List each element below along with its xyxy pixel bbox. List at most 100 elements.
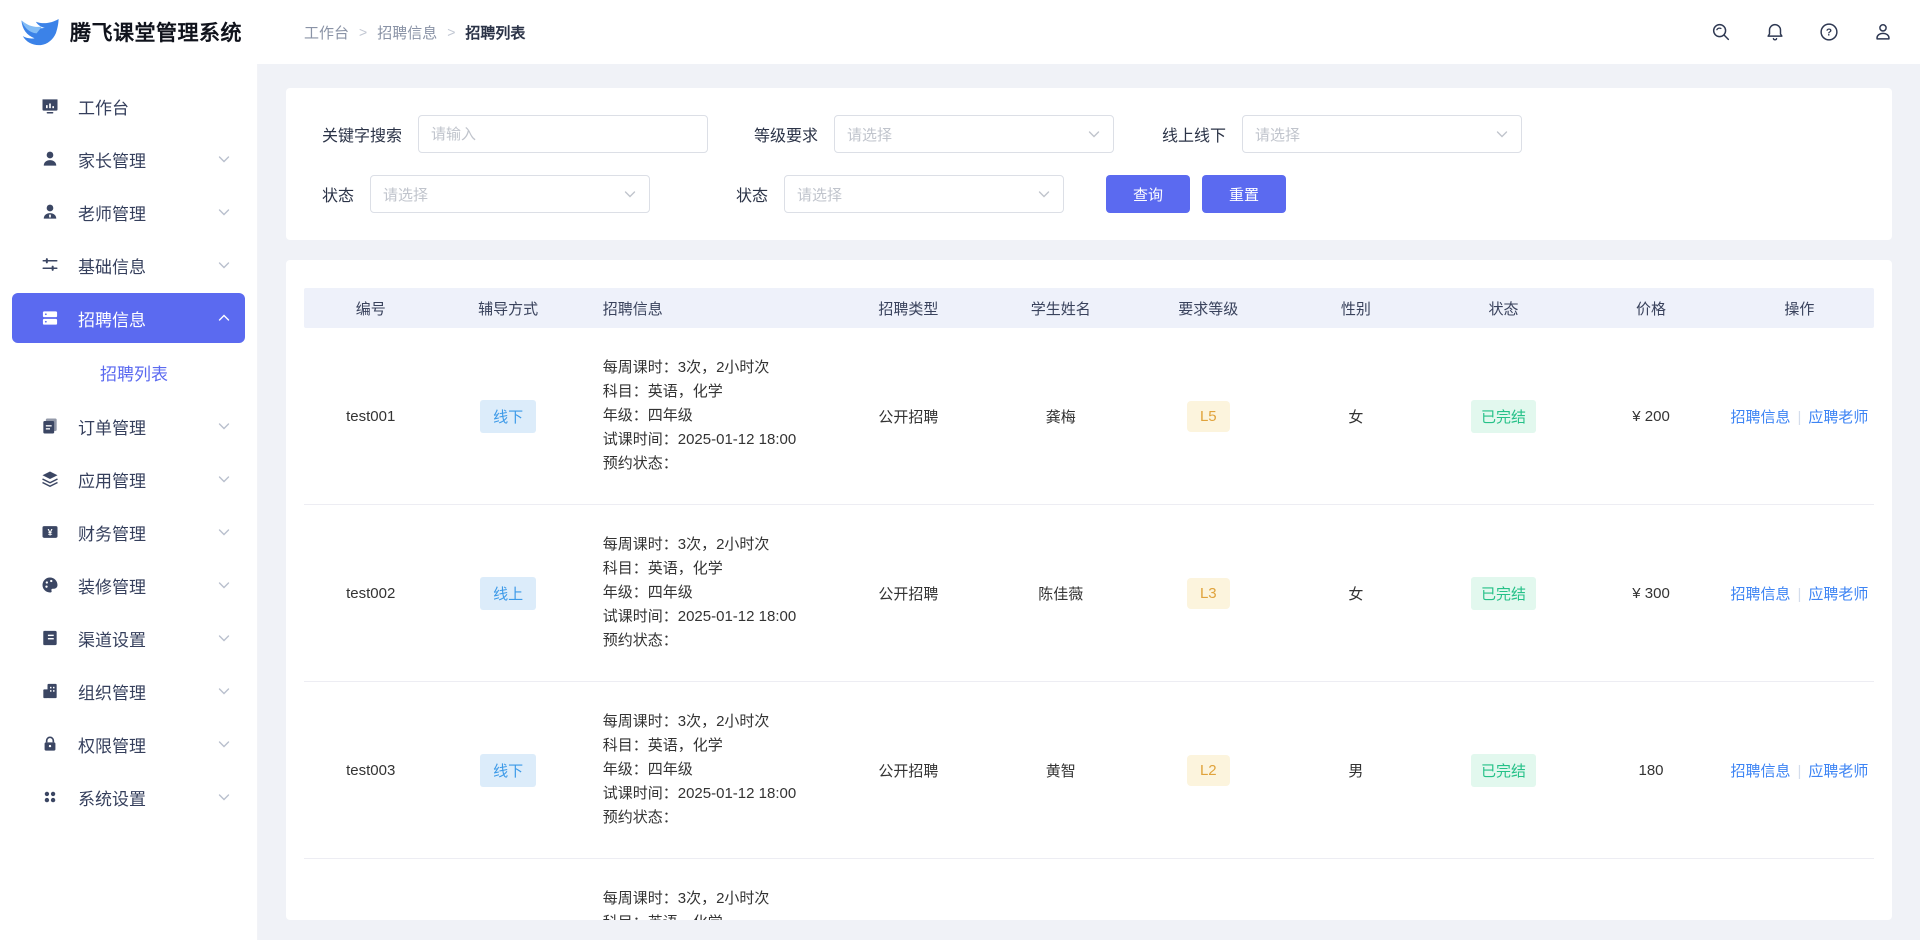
sidebar-subitem-recruit-list[interactable]: 招聘列表 [0,346,257,398]
recruit-info-line: 试课时间：2025-01-12 18:00 [603,428,830,452]
recruit-info-cell: 每周课时：3次，2小时次科目：英语，化学年级：四年级试课时间：2025-01-1… [579,710,830,830]
status-cell: 已完结 [1430,754,1578,787]
level-select[interactable]: 请选择 [834,115,1114,153]
online-select[interactable]: 请选择 [1242,115,1522,153]
recruit-info-cell: 每周课时：3次，2小时次科目：英语，化学年级：四年级试课时间：2025-01-1… [579,533,830,653]
sidebar-item-recruit[interactable]: 招聘信息 [12,293,245,343]
recruit-info-line: 试课时间：2025-01-12 18:00 [603,782,830,806]
column-header: 操作 [1725,298,1874,319]
recruit-type-cell: 公开招聘 [830,406,987,427]
actions-cell: 招聘信息|应聘老师 [1725,406,1874,427]
table-row: test002线上每周课时：3次，2小时次科目：英语，化学年级：四年级试课时间：… [304,505,1874,682]
workbench-icon [40,96,60,116]
column-header: 状态 [1430,298,1578,319]
bell-icon[interactable] [1764,21,1786,43]
column-header: 性别 [1282,298,1430,319]
user-icon[interactable] [1872,21,1894,43]
apply-teacher-link[interactable]: 应聘老师 [1808,409,1868,426]
chevron-up-icon [217,311,231,325]
breadcrumb: 工作台>招聘信息>招聘列表 [304,22,525,43]
search-button[interactable]: 查询 [1106,175,1190,213]
recruit-info-line: 每周课时：3次，2小时次 [603,356,830,380]
table-row: test003线下每周课时：3次，2小时次科目：英语，化学年级：四年级试课时间：… [304,682,1874,859]
help-icon[interactable]: ? [1818,21,1840,43]
table-body: test001线下每周课时：3次，2小时次科目：英语，化学年级：四年级试课时间：… [304,328,1874,920]
settings-icon [40,787,60,807]
sidebar-item-workbench[interactable]: 工作台 [12,81,245,131]
sidebar-item-sliders[interactable]: 基础信息 [12,240,245,290]
chevron-down-icon [623,187,637,201]
recruit-info-line: 每周课时：3次，2小时次 [603,533,830,557]
recruit-info-line: 科目：英语，化学 [603,911,830,920]
chevron-down-icon [217,152,231,166]
row-id-cell: test003 [304,762,437,779]
status2-select[interactable]: 请选择 [784,175,1064,213]
svg-text:¥: ¥ [48,528,53,538]
keyword-input[interactable] [418,115,708,153]
channel-icon [40,628,60,648]
table-row: test004线下每周课时：3次，2小时次科目：英语，化学年级：四年级试课时间：… [304,859,1874,920]
chevron-down-icon [217,472,231,486]
recruit-info-line: 预约状态： [603,452,830,476]
status1-select[interactable]: 请选择 [370,175,650,213]
breadcrumb-item[interactable]: 工作台 [304,22,349,43]
recruit-info-line: 预约状态： [603,806,830,830]
column-header: 辅导方式 [437,298,578,319]
search-icon[interactable] [1710,21,1732,43]
app-title: 腾飞课堂管理系统 [70,17,242,47]
status-badge: 已完结 [1471,577,1536,610]
sidebar-item-label: 系统设置 [78,785,217,810]
chevron-down-icon [217,684,231,698]
sidebar-item-parent[interactable]: 家长管理 [12,134,245,184]
chevron-down-icon [217,631,231,645]
logo-area: 腾飞课堂管理系统 [0,10,258,54]
chevron-down-icon [217,790,231,804]
recruit-info-line: 每周课时：3次，2小时次 [603,710,830,734]
lock-icon [40,734,60,754]
reset-button[interactable]: 重置 [1202,175,1286,213]
sidebar-item-settings[interactable]: 系统设置 [12,772,245,822]
recruit-info-link[interactable]: 招聘信息 [1730,763,1790,780]
recruit-info-link[interactable]: 招聘信息 [1730,409,1790,426]
sidebar-item-orders[interactable]: 订单管理 [12,401,245,451]
chevron-down-icon [217,737,231,751]
recruit-info-line: 年级：四年级 [603,404,830,428]
sidebar-item-lock[interactable]: 权限管理 [12,719,245,769]
sidebar-item-palette[interactable]: 装修管理 [12,560,245,610]
sidebar-item-label: 权限管理 [78,732,217,757]
sidebar-item-label: 财务管理 [78,520,217,545]
recruit-icon [40,308,60,328]
sidebar-item-teacher[interactable]: 老师管理 [12,187,245,237]
apply-teacher-link[interactable]: 应聘老师 [1808,763,1868,780]
filter-panel: 关键字搜索 等级要求 请选择 线上线下 请选择 状态 请选择 [286,88,1892,240]
gender-cell: 男 [1282,760,1430,781]
sidebar-item-channel[interactable]: 渠道设置 [12,613,245,663]
breadcrumb-item[interactable]: 招聘信息 [377,22,437,43]
mode-cell: 线下 [437,754,578,787]
level-label: 等级要求 [754,122,818,146]
sidebar-item-apps[interactable]: 应用管理 [12,454,245,504]
student-name-cell: 龚梅 [987,406,1135,427]
filter-row-2: 状态 请选择 状态 请选择 查询 重置 [322,174,1860,214]
sidebar-item-finance[interactable]: ¥ 财务管理 [12,507,245,557]
org-icon [40,681,60,701]
sidebar-item-org[interactable]: 组织管理 [12,666,245,716]
level-badge: L5 [1187,401,1230,432]
recruit-info-line: 科目：英语，化学 [603,734,830,758]
mode-badge: 线上 [480,577,536,610]
header-actions: ? [1710,21,1920,43]
price-cell: ¥ 300 [1577,585,1725,602]
column-header: 招聘类型 [830,298,987,319]
recruit-table: 编号辅导方式招聘信息招聘类型学生姓名要求等级性别状态价格操作 test001线下… [286,260,1892,920]
chevron-down-icon [217,258,231,272]
sidebar-item-label: 订单管理 [78,414,217,439]
mode-badge: 线下 [480,400,536,433]
recruit-info-line: 年级：四年级 [603,758,830,782]
level-badge: L2 [1187,755,1230,786]
apply-teacher-link[interactable]: 应聘老师 [1808,586,1868,603]
sidebar-item-label: 基础信息 [78,253,217,278]
recruit-info-link[interactable]: 招聘信息 [1730,586,1790,603]
status-cell: 已完结 [1430,400,1578,433]
sidebar-item-label: 家长管理 [78,147,217,172]
sidebar-item-label: 招聘信息 [78,306,217,331]
